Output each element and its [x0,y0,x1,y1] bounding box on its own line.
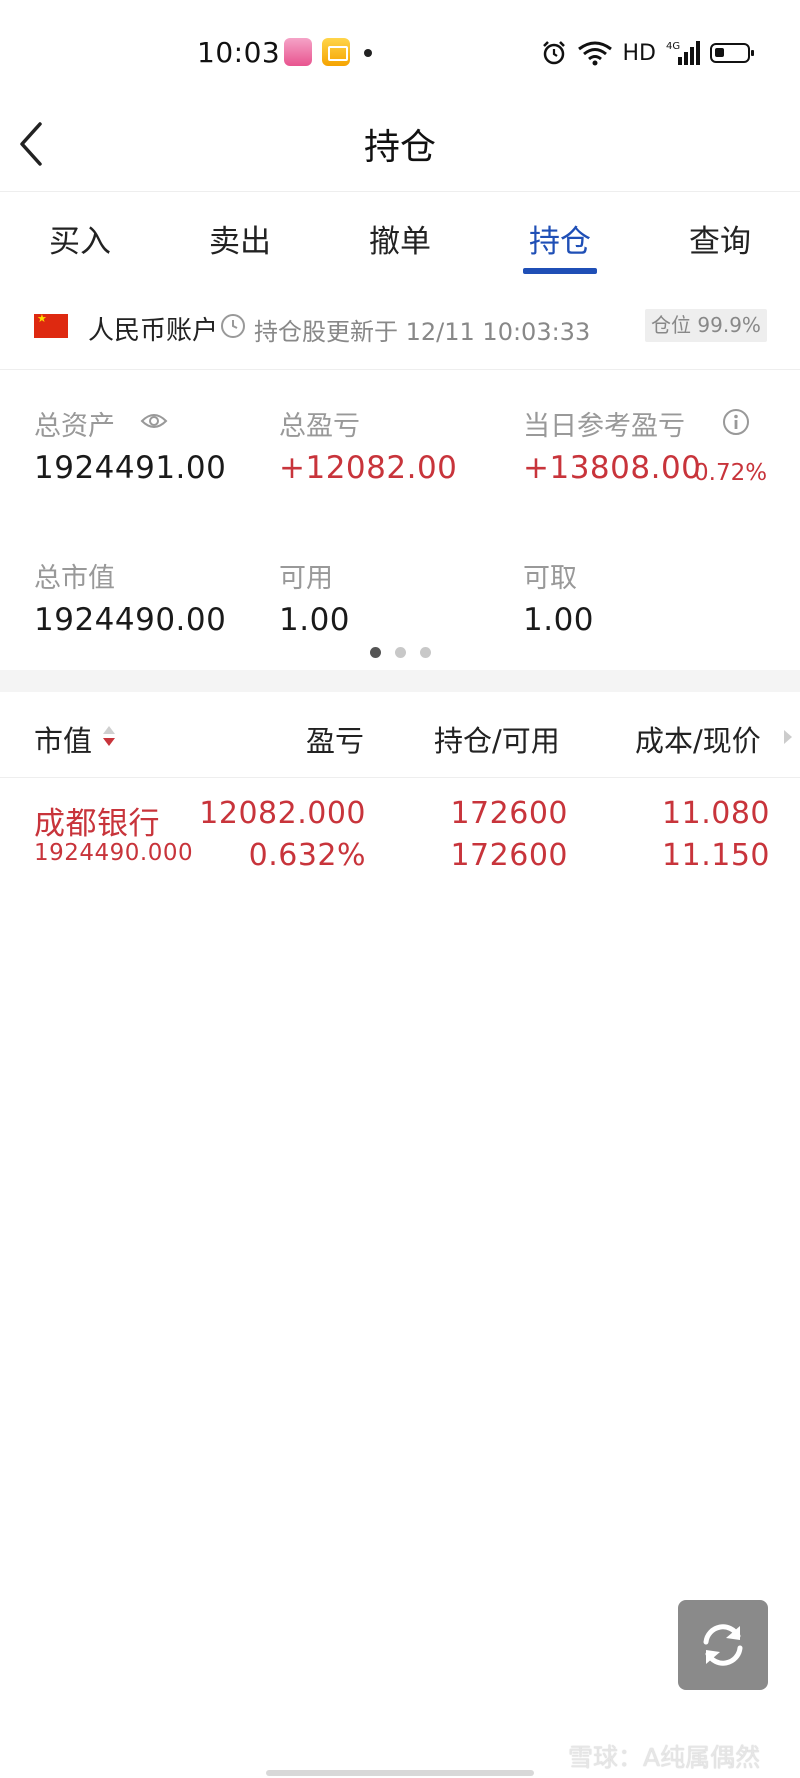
tab-sell[interactable]: 卖出 [185,216,295,276]
total-pnl-label: 总盈亏 [279,411,360,442]
alarm-icon [542,41,565,65]
page-dot [394,647,406,658]
tab-query[interactable]: 查询 [665,216,775,276]
clock-icon [221,314,245,338]
column-pnl[interactable]: 盈亏 [306,718,364,760]
total-assets-value: 1924491.00 [34,450,227,486]
info-icon[interactable] [722,408,750,436]
china-flag-icon [34,312,68,338]
eye-icon[interactable] [140,410,168,432]
account-name[interactable]: 人民币账户 [88,310,218,347]
daily-pnl-value: +13808.00 [523,450,702,486]
asset-summary[interactable]: 总资产 1924491.00 总盈亏 +12082.00 当日参考盈亏 +138… [0,370,800,670]
page-dot [419,647,431,658]
nav-bar: 持仓 [0,108,800,192]
mail-app-icon [322,38,350,66]
status-time: 10:03 [197,36,281,69]
tab-holdings[interactable]: 持仓 [505,216,615,276]
tab-buy[interactable]: 买入 [25,216,135,276]
table-row[interactable]: 成都银行 1924490.000 12082.000 0.632% 172600… [0,778,800,888]
page-dot-active [369,647,381,658]
column-cost-price[interactable]: 成本/现价 [635,718,761,760]
market-value-value: 1924490.00 [34,602,227,638]
sort-icon[interactable] [101,724,117,748]
status-bar: 10:03 HD 4G [0,0,800,108]
stock-cost: 11.080 [662,796,770,831]
column-market-value[interactable]: 市值 [34,718,92,760]
tab-cancel-order[interactable]: 撤单 [345,216,455,276]
stock-available: 172600 [450,838,568,873]
market-value-label: 总市值 [34,563,115,594]
update-time-text: 持仓股更新于 12/11 10:03:33 [254,318,591,346]
daily-pnl-pct: 0.72% [694,460,768,486]
section-divider [0,670,800,692]
column-position[interactable]: 持仓/可用 [434,718,560,760]
holdings-page: 10:03 HD 4G 持仓 买入 卖出 撤单 持仓 查询 ★ 人民币账户 持仓… [0,0,800,1778]
network-hd-label: HD [622,40,656,66]
available-value: 1.00 [279,602,351,638]
trade-tabs: 买入 卖出 撤单 持仓 查询 [0,192,800,290]
home-indicator[interactable] [266,1770,534,1776]
stock-name: 成都银行 [34,806,160,842]
holdings-table-header: 市值 盈亏 持仓/可用 成本/现价 [0,692,800,778]
position-ratio-badge: 仓位 99.9% [645,309,767,342]
status-right-icons: HD 4G [541,38,754,68]
refresh-button[interactable] [678,1600,768,1690]
notification-dot-icon [364,49,372,57]
signal-label: 4G [666,41,680,52]
pink-app-icon [284,38,312,66]
page-title: 持仓 [363,127,436,168]
stock-pnl: 12082.000 [199,796,366,831]
page-indicator [0,647,800,658]
refresh-icon [703,1624,743,1666]
chevron-right-icon[interactable] [782,728,794,746]
daily-pnl-label: 当日参考盈亏 [523,411,685,442]
withdrawable-value: 1.00 [523,602,595,638]
stock-position: 172600 [450,796,568,831]
total-assets-label: 总资产 [34,411,115,442]
active-tab-indicator [523,268,597,274]
battery-icon [710,43,754,63]
available-label: 可用 [279,563,333,594]
stock-market-value: 1924490.000 [34,840,194,866]
withdrawable-label: 可取 [523,563,577,594]
stock-price: 11.150 [662,838,770,873]
wifi-icon [577,41,612,66]
watermark: 雪球：A纯属偶然 [568,1743,761,1772]
stock-pnl-pct: 0.632% [248,838,366,873]
total-pnl-value: +12082.00 [279,450,458,486]
signal-icon: 4G [666,41,700,65]
account-row: 人民币账户 持仓股更新于 12/11 10:03:33 仓位 99.9% [0,290,800,370]
